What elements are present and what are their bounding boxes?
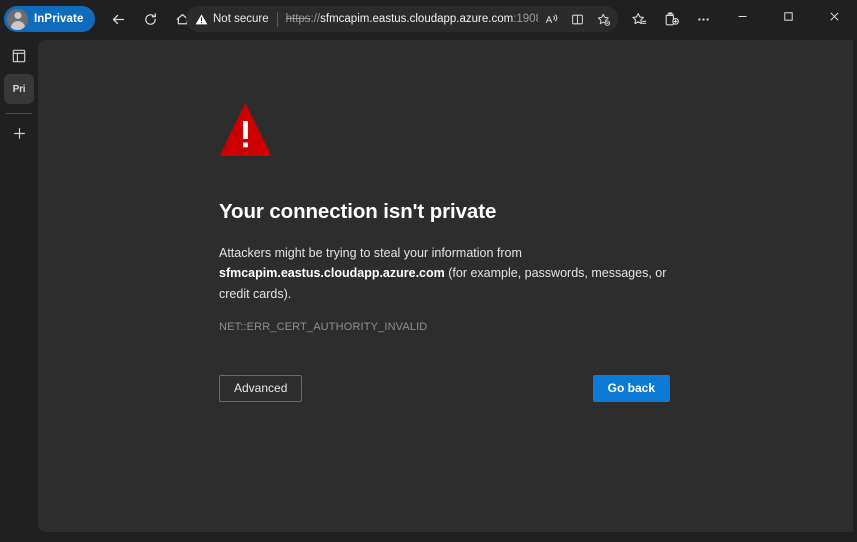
- page-content: Your connection isn't private Attackers …: [38, 40, 853, 532]
- sidebar-divider: [6, 113, 32, 114]
- close-button[interactable]: [811, 0, 857, 32]
- window-controls: [719, 0, 857, 32]
- url-port: :19080: [513, 13, 538, 25]
- plus-icon[interactable]: [5, 119, 33, 147]
- warning-triangle-icon: [219, 102, 679, 162]
- browser-window: InPrivate Not secure https://sfmcapim.ea…: [0, 0, 857, 542]
- error-description-host: sfmcapim.eastus.cloudapp.azure.com: [219, 266, 445, 281]
- tab-list-icon[interactable]: [5, 42, 33, 70]
- error-description: Attackers might be trying to steal your …: [219, 243, 674, 304]
- security-text: Not secure: [213, 13, 269, 25]
- address-bar-divider: [276, 11, 278, 27]
- inprivate-label: InPrivate: [34, 13, 84, 25]
- person-avatar-icon: [7, 8, 28, 30]
- security-indicator[interactable]: Not secure: [195, 13, 269, 26]
- error-description-prefix: Attackers might be trying to steal your …: [219, 246, 522, 260]
- toolbar-actions: [624, 4, 718, 34]
- sidebar-tab-label: Pri: [12, 83, 26, 95]
- navigation-buttons: [103, 4, 197, 34]
- certificate-error: Your connection isn't private Attackers …: [219, 102, 679, 402]
- collections-icon[interactable]: [656, 4, 686, 34]
- page-title: Your connection isn't private: [219, 200, 497, 223]
- split-screen-icon[interactable]: [564, 8, 590, 30]
- inprivate-profile-pill[interactable]: InPrivate: [4, 6, 96, 32]
- error-code: NET::ERR_CERT_AUTHORITY_INVALID: [219, 320, 428, 333]
- favorites-icon[interactable]: [624, 4, 654, 34]
- browser-toolbar: InPrivate Not secure https://sfmcapim.ea…: [0, 0, 857, 38]
- go-back-button[interactable]: Go back: [592, 374, 670, 402]
- add-favorite-icon[interactable]: [590, 8, 616, 30]
- url-scheme: https: [285, 13, 311, 25]
- url-text[interactable]: https://sfmcapim.eastus.cloudapp.azure.c…: [286, 13, 538, 25]
- advanced-button[interactable]: Advanced: [219, 374, 303, 402]
- vertical-tab-sidebar: Pri: [0, 38, 38, 542]
- address-bar[interactable]: Not secure https://sfmcapim.eastus.cloud…: [186, 6, 618, 32]
- settings-and-more-icon[interactable]: [688, 4, 718, 34]
- sidebar-tab-inprivate[interactable]: Pri: [4, 74, 34, 104]
- url-host: sfmcapim.eastus.cloudapp.azure.com: [320, 13, 514, 25]
- warning-triangle-icon: [195, 13, 208, 24]
- maximize-button[interactable]: [765, 0, 811, 32]
- error-actions: Advanced Go back: [219, 374, 670, 402]
- url-separator: ://: [310, 13, 321, 25]
- minimize-button[interactable]: [719, 0, 765, 32]
- read-aloud-icon[interactable]: [538, 8, 564, 30]
- back-arrow-icon[interactable]: [103, 4, 133, 34]
- address-bar-actions: [538, 8, 616, 30]
- refresh-icon[interactable]: [135, 4, 165, 34]
- window-body: Pri Your connection isn't private Attack…: [0, 38, 857, 542]
